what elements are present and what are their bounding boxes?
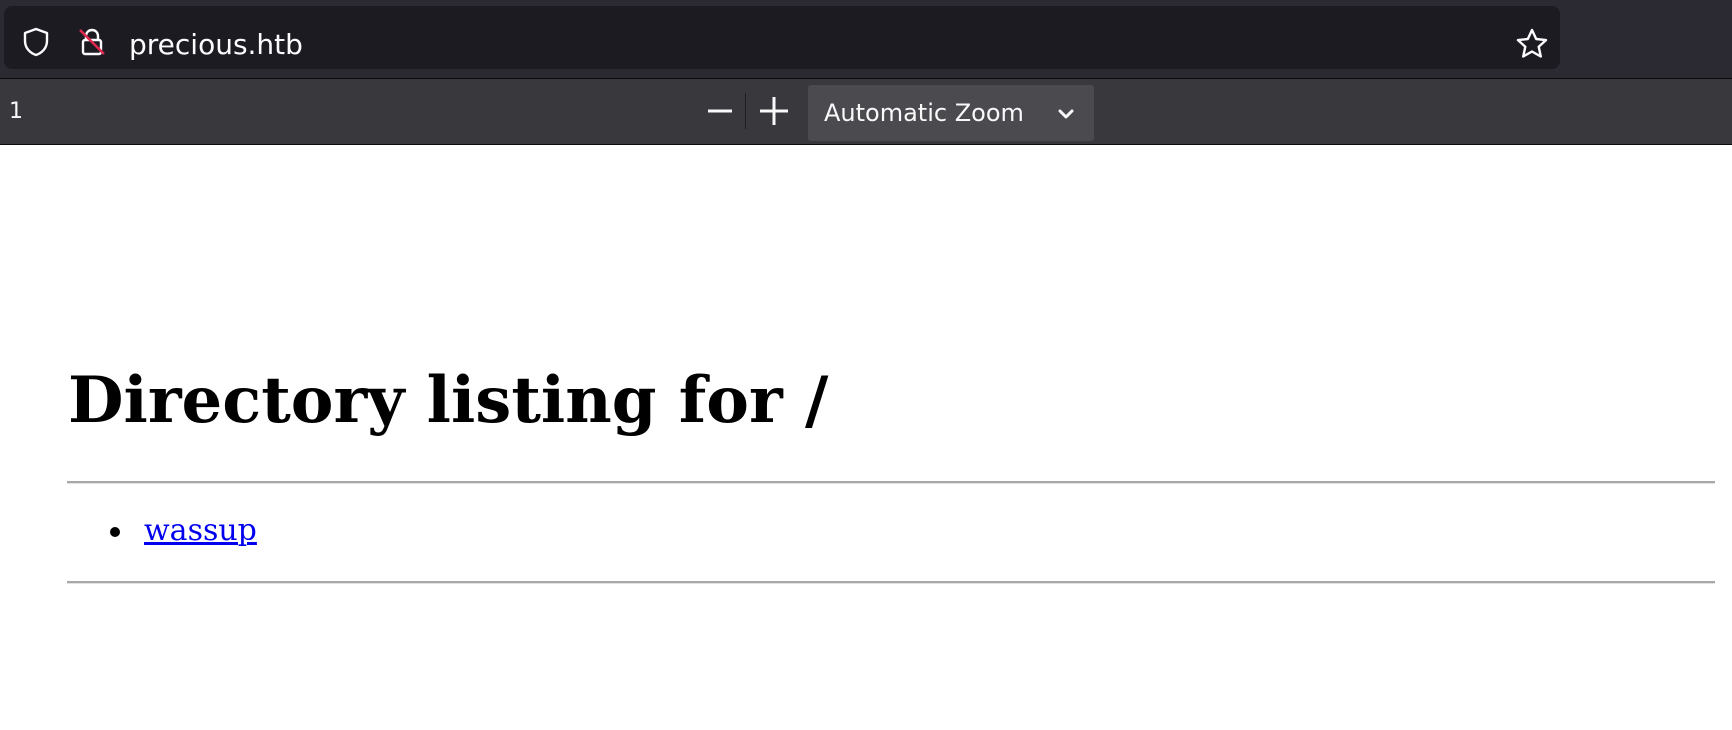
pdf-toolbar: 1 Automatic Zoom [0, 79, 1732, 145]
zoom-select[interactable]: Automatic Zoom [808, 85, 1094, 141]
page-heading: Directory listing for / [68, 363, 829, 438]
minus-icon [708, 109, 732, 113]
shield-icon[interactable] [20, 26, 52, 58]
lock-insecure-icon[interactable] [76, 26, 108, 58]
zoom-select-value: Automatic Zoom [824, 99, 1024, 127]
plus-icon [760, 97, 788, 125]
star-icon[interactable] [1514, 26, 1550, 62]
toolbar-separator [745, 93, 746, 129]
zoom-out-button[interactable] [700, 90, 740, 132]
browser-toolbar: precious.htb [0, 0, 1732, 79]
address-bar[interactable]: precious.htb [4, 6, 1560, 69]
document-page: Directory listing for / wassup [0, 145, 1732, 730]
bullet [110, 527, 120, 537]
url-text[interactable]: precious.htb [129, 26, 303, 64]
page-number[interactable]: 1 [9, 97, 23, 127]
zoom-in-button[interactable] [754, 90, 794, 132]
file-link-wassup[interactable]: wassup [144, 511, 257, 551]
chevron-down-icon [1056, 104, 1076, 124]
bottom-divider [67, 581, 1715, 584]
top-divider [67, 481, 1715, 484]
